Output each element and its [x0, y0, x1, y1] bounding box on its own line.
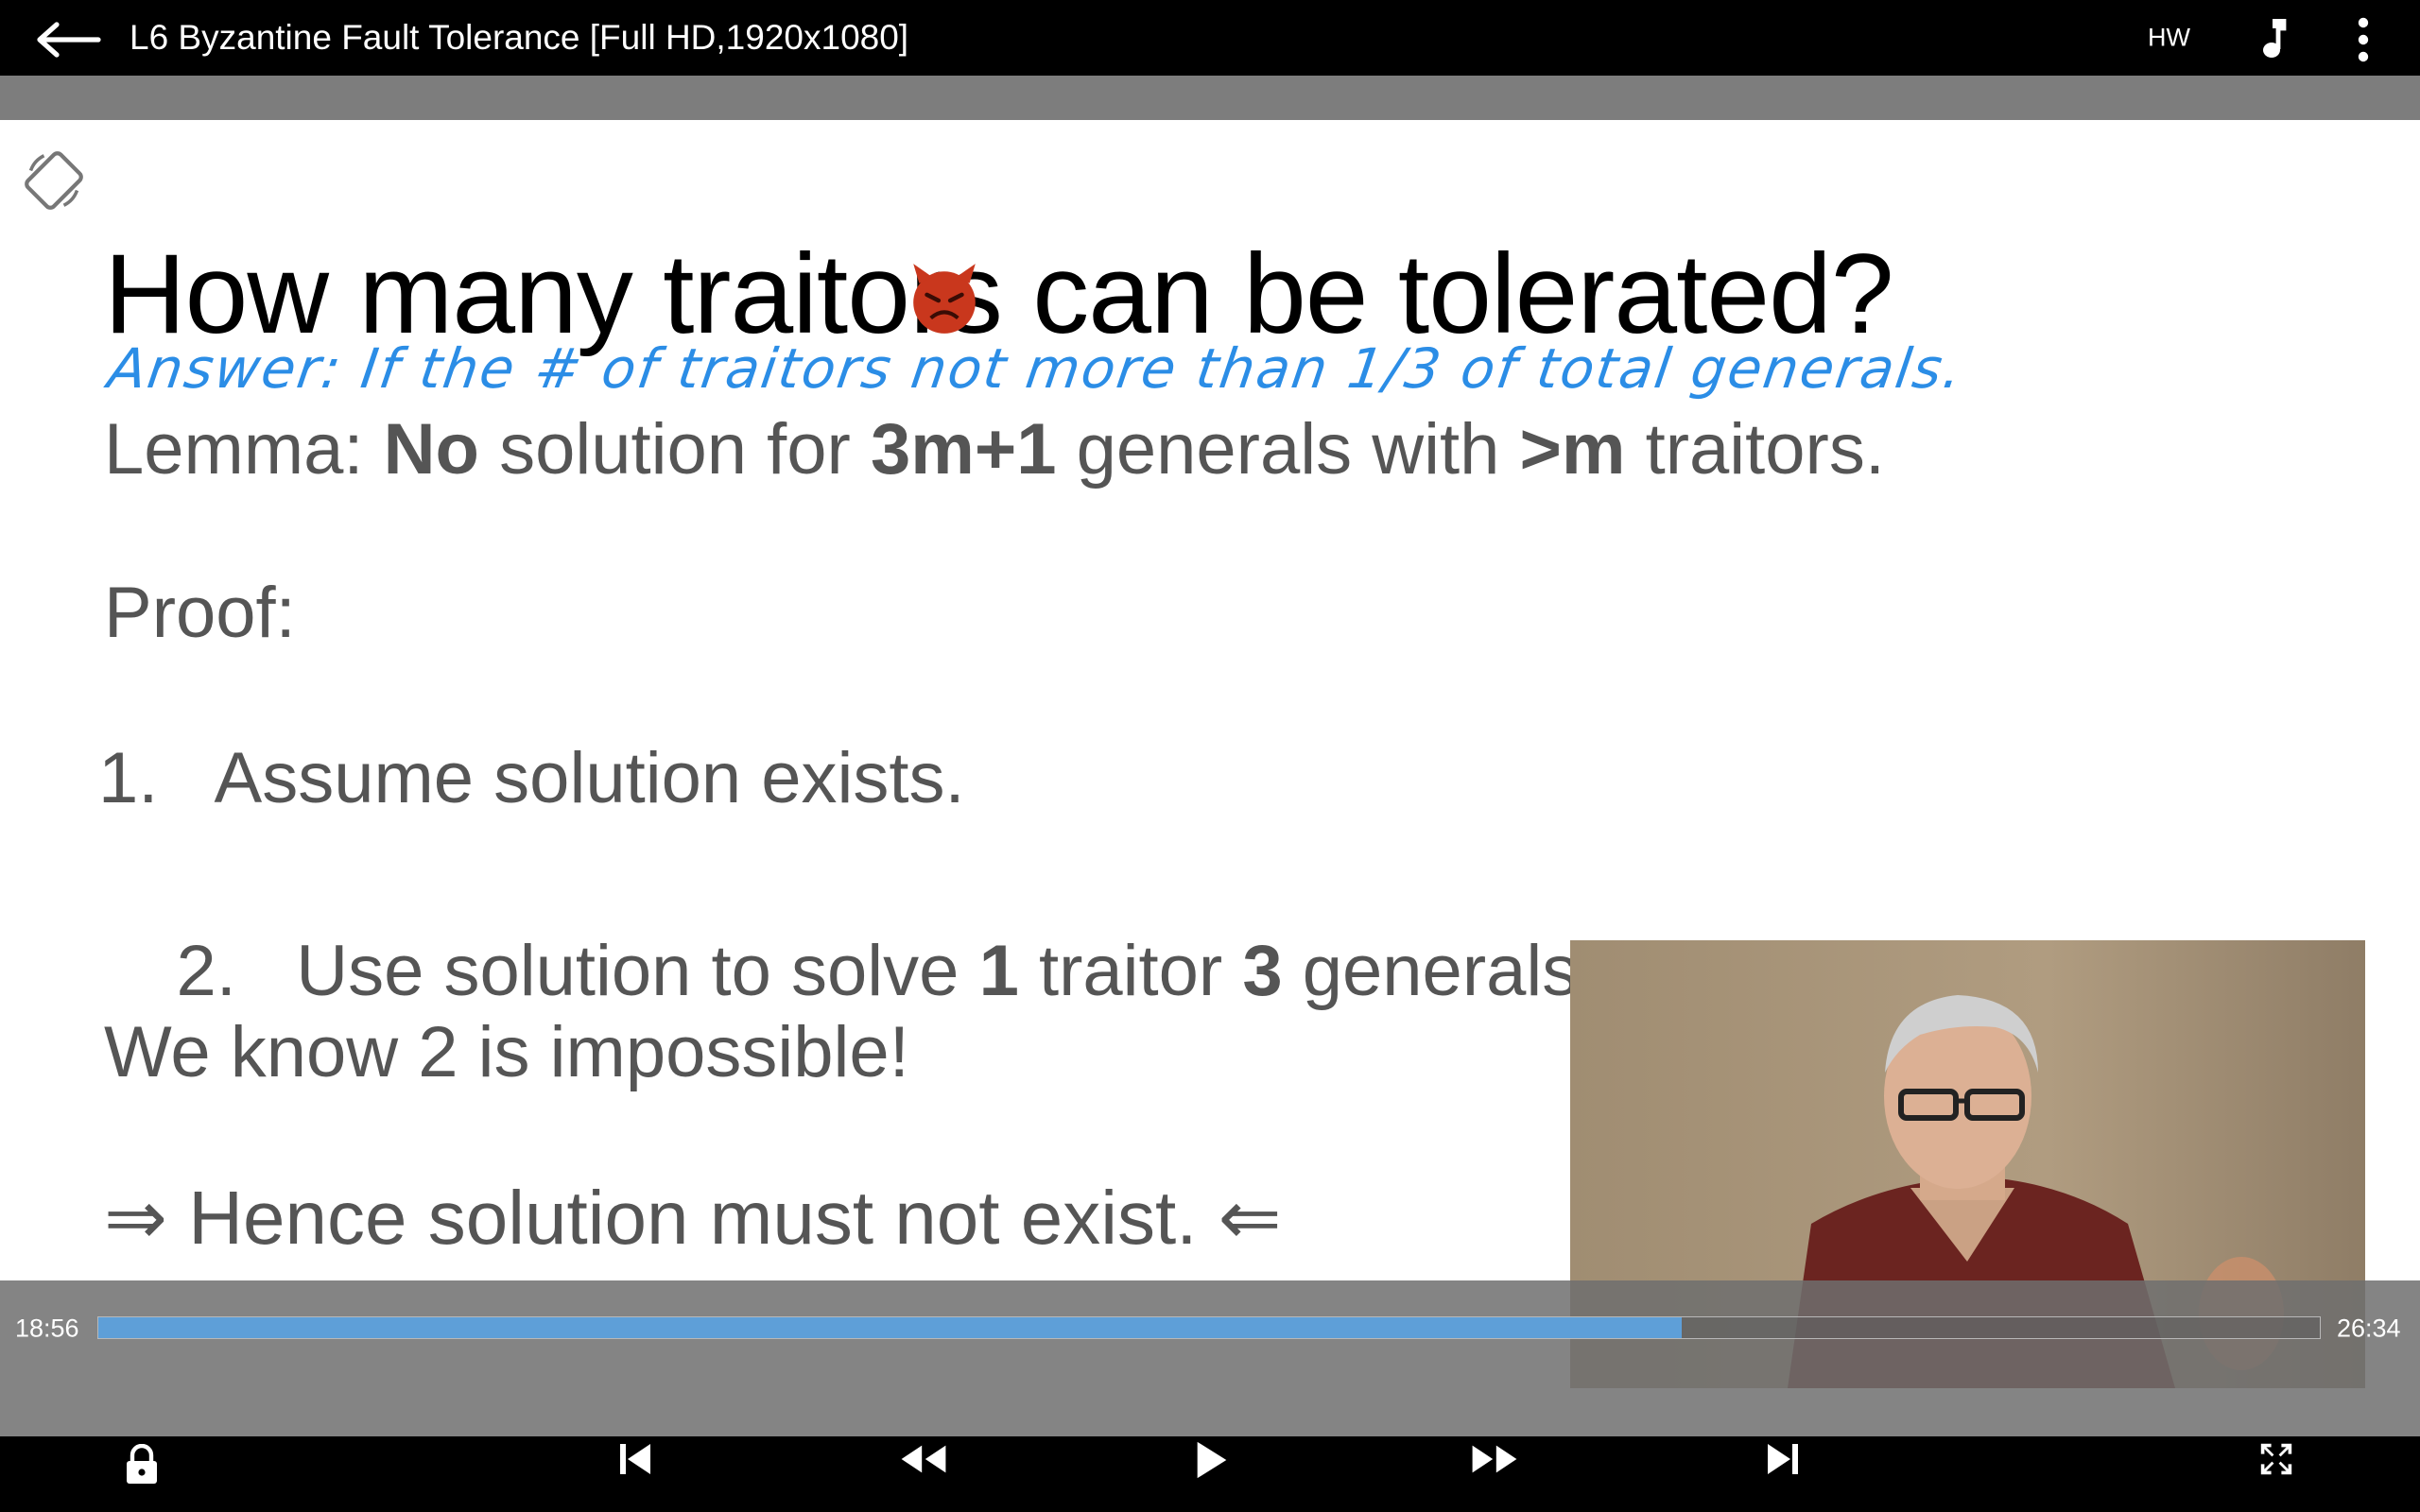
devil-emoji-icon	[913, 264, 976, 334]
seek-bar-progress	[98, 1317, 1682, 1338]
proof-label: Proof:	[104, 573, 296, 653]
elapsed-time: 18:56	[15, 1314, 79, 1343]
lock-icon[interactable]	[125, 1444, 159, 1486]
lemma-mid2: generals with	[1056, 409, 1520, 490]
video-title: L6 Byzantine Fault Tolerance [Full HD,19…	[130, 18, 909, 57]
skip-next-icon[interactable]	[1764, 1440, 1802, 1478]
lemma-no: No	[383, 409, 479, 490]
seek-bar[interactable]	[97, 1316, 2321, 1339]
top-app-bar: L6 Byzantine Fault Tolerance [Full HD,19…	[0, 0, 2420, 76]
lemma-prefix: Lemma:	[104, 409, 384, 490]
skip-previous-icon[interactable]	[616, 1440, 654, 1478]
back-arrow-icon[interactable]	[34, 21, 102, 59]
step2-three: 3	[1242, 931, 1283, 1011]
hw-decoder-button[interactable]: HW	[2148, 24, 2190, 53]
fullscreen-icon[interactable]	[2259, 1442, 2293, 1476]
proof-step-1: 1. Assume solution exists.	[98, 738, 965, 818]
bottom-control-bar	[0, 1436, 2420, 1512]
play-icon[interactable]	[1193, 1438, 1231, 1482]
conclusion-statement: ⇒ Hence solution must not exist. ⇐	[104, 1176, 1282, 1260]
impossibility-statement: We know 2 is impossible!	[104, 1012, 909, 1092]
lemma-mid1: solution for	[478, 409, 871, 490]
step2-one: 1	[978, 931, 1019, 1011]
lemma-line: Lemma: No solution for 3m+1 generals wit…	[104, 408, 1885, 490]
step2-prefix: 2. Use solution to solve	[176, 931, 979, 1011]
letterbox-strip	[0, 76, 2420, 120]
screen-rotation-icon[interactable]	[21, 147, 87, 214]
music-note-icon[interactable]	[2256, 19, 2293, 60]
player-controls-overlay	[0, 1280, 2420, 1436]
step2-mid: traitor	[1018, 931, 1243, 1011]
handwritten-annotation: Answer: If the # of traitors not more th…	[104, 336, 1968, 401]
fast-rewind-icon[interactable]	[898, 1442, 949, 1476]
lemma-suffix: traitors.	[1625, 409, 1885, 490]
lemma-traitor-count: >m	[1519, 409, 1626, 490]
video-frame[interactable]: How many traitors can be tolerated? Answ…	[0, 76, 2420, 1436]
more-vert-icon[interactable]	[2350, 17, 2377, 62]
total-duration: 26:34	[2337, 1314, 2401, 1343]
lemma-generals-count: 3m+1	[870, 409, 1057, 490]
fast-forward-icon[interactable]	[1469, 1442, 1520, 1476]
